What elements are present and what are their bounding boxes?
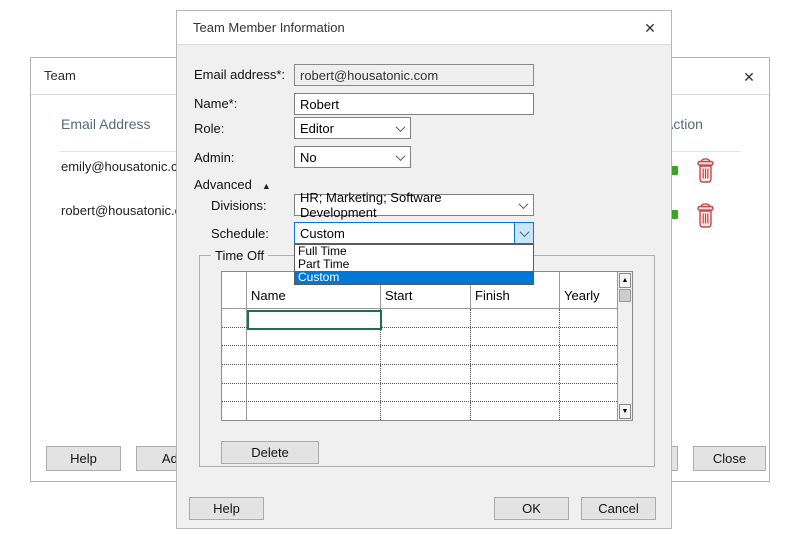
close-icon[interactable]: ✕	[638, 16, 662, 40]
trash-icon[interactable]	[694, 202, 717, 229]
chevron-down-icon[interactable]	[391, 118, 410, 138]
advanced-label: Advanced	[194, 177, 252, 192]
time-off-group-label: Time Off	[211, 248, 269, 263]
chevron-down-icon[interactable]	[391, 147, 410, 167]
role-dropdown[interactable]: Editor	[294, 117, 411, 139]
admin-value: No	[300, 149, 317, 165]
option-custom[interactable]: Custom	[295, 271, 533, 284]
schedule-dropdown[interactable]: Custom	[294, 222, 534, 244]
edit-icon[interactable]	[671, 166, 678, 175]
vertical-scrollbar[interactable]: ▲ ▼	[617, 272, 632, 420]
scroll-up-icon[interactable]: ▲	[619, 273, 631, 288]
table-row[interactable]	[222, 383, 617, 403]
scroll-down-icon[interactable]: ▼	[619, 404, 631, 419]
divisions-value: HR; Marketing; Software Development	[300, 190, 442, 220]
table-row[interactable]	[222, 365, 617, 384]
chevron-down-icon[interactable]	[515, 195, 533, 215]
dialog-titlebar: Team Member Information ✕	[177, 11, 671, 45]
email-address-column-header: Email Address	[61, 116, 151, 132]
focused-cell[interactable]	[247, 310, 382, 330]
dialog-title: Team Member Information	[193, 20, 345, 35]
team-dialog-title: Team	[44, 68, 76, 83]
time-off-table[interactable]: Name Start Finish Yearly ▲ ▼	[221, 271, 633, 421]
schedule-label: Schedule:	[211, 226, 269, 241]
team-close-button[interactable]: Close	[693, 446, 766, 471]
delete-button[interactable]: Delete	[221, 441, 319, 464]
scrollbar-thumb[interactable]	[619, 289, 631, 302]
cancel-button[interactable]: Cancel	[581, 497, 656, 520]
email-label: Email address*:	[194, 67, 286, 82]
collapse-triangle-icon[interactable]: ▲	[262, 181, 271, 191]
table-row[interactable]	[222, 346, 617, 366]
table-row[interactable]	[222, 327, 617, 347]
advanced-toggle[interactable]: Advanced ▲	[194, 177, 271, 192]
column-header-yearly: Yearly	[564, 288, 600, 303]
divisions-dropdown[interactable]: HR; Marketing; Software Development	[294, 190, 534, 220]
schedule-options-list: Full Time Part Time Custom	[294, 244, 534, 285]
name-field[interactable]: Robert	[294, 93, 534, 115]
team-help-button[interactable]: Help	[46, 446, 121, 471]
close-icon[interactable]: ✕	[737, 65, 761, 89]
ok-button[interactable]: OK	[494, 497, 569, 520]
role-value: Editor	[300, 120, 334, 136]
divisions-label: Divisions:	[211, 198, 267, 213]
trash-icon[interactable]	[694, 157, 717, 184]
team-member-information-dialog: Team Member Information ✕ Email address*…	[176, 10, 672, 529]
table-row[interactable]	[222, 402, 617, 421]
admin-label: Admin:	[194, 150, 235, 165]
row-header-column	[222, 272, 247, 308]
edit-icon[interactable]	[671, 210, 678, 219]
email-field: robert@housatonic.com	[294, 64, 534, 86]
chevron-down-icon[interactable]	[514, 223, 533, 243]
role-label: Role:	[194, 121, 225, 136]
schedule-value: Custom	[300, 225, 345, 241]
name-label: Name*:	[194, 96, 238, 111]
admin-dropdown[interactable]: No	[294, 146, 411, 168]
help-button[interactable]: Help	[189, 497, 264, 520]
